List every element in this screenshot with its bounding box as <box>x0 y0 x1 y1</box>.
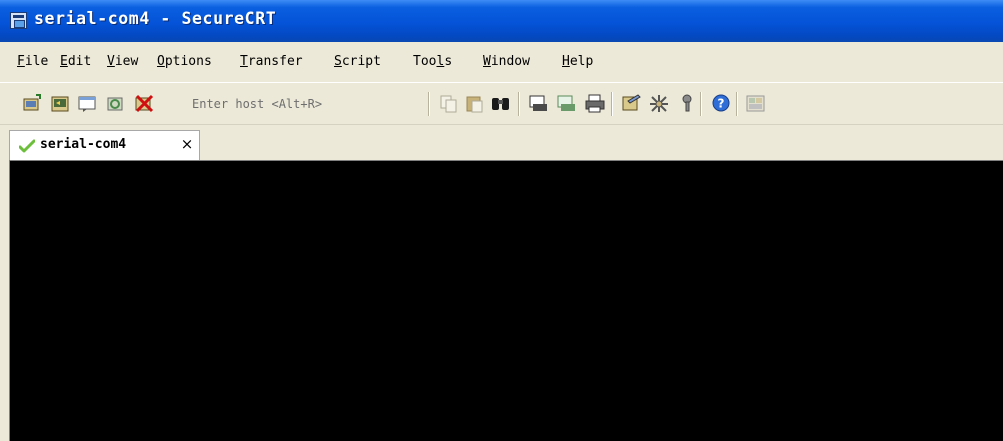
tab-label: serial-com4 <box>40 137 127 152</box>
connect-in-tab-icon[interactable] <box>77 93 99 113</box>
securecrt-app-icon[interactable] <box>10 12 27 29</box>
print-icon[interactable] <box>584 93 606 113</box>
menu-window[interactable]: Window <box>483 54 530 69</box>
toolbar-separator <box>428 92 430 116</box>
copy-icon[interactable] <box>438 93 460 113</box>
session-options-icon[interactable] <box>620 93 642 113</box>
global-options-icon[interactable] <box>648 93 670 113</box>
menu-options[interactable]: Options <box>157 54 212 69</box>
toolbar-separator <box>736 92 738 116</box>
host-input[interactable] <box>192 95 402 113</box>
menu-file[interactable]: File <box>17 54 48 69</box>
connected-check-icon <box>19 139 35 153</box>
toolbar-separator <box>611 92 613 116</box>
menu-view[interactable]: View <box>107 54 138 69</box>
window-title: serial-com4 - SecureCRT <box>34 9 277 28</box>
reconnect-icon[interactable] <box>105 93 127 113</box>
toolbar-separator <box>700 92 702 116</box>
toolbar: ? <box>0 82 1003 125</box>
terminal-area[interactable] <box>9 160 1003 441</box>
menu-help[interactable]: Help <box>562 54 593 69</box>
toolbar-separator <box>518 92 520 116</box>
help-icon[interactable]: ? <box>710 93 732 113</box>
paste-icon[interactable] <box>464 93 486 113</box>
title-bar[interactable]: serial-com4 - SecureCRT <box>0 0 1003 42</box>
menu-tools[interactable]: Tools <box>413 54 452 69</box>
menu-script[interactable]: Script <box>334 54 381 69</box>
tab-serial-com4[interactable]: serial-com4 × <box>9 130 200 161</box>
keymap-icon[interactable] <box>745 93 767 113</box>
key-icon[interactable] <box>676 93 698 113</box>
print-selection-icon[interactable] <box>556 93 578 113</box>
connect-icon[interactable] <box>22 93 44 113</box>
quick-connect-icon[interactable] <box>50 93 72 113</box>
session-tab-strip: serial-com4 × <box>0 124 1003 161</box>
menu-bar: File Edit View Options Transfer Script T… <box>0 42 1003 82</box>
disconnect-icon[interactable] <box>133 93 155 113</box>
window-left-frame <box>0 160 9 441</box>
print-screen-icon[interactable] <box>528 93 550 113</box>
close-tab-icon[interactable]: × <box>178 134 196 154</box>
find-icon[interactable] <box>490 93 512 113</box>
menu-transfer[interactable]: Transfer <box>240 54 303 69</box>
menu-edit[interactable]: Edit <box>60 54 91 69</box>
svg-text:?: ? <box>718 97 725 111</box>
